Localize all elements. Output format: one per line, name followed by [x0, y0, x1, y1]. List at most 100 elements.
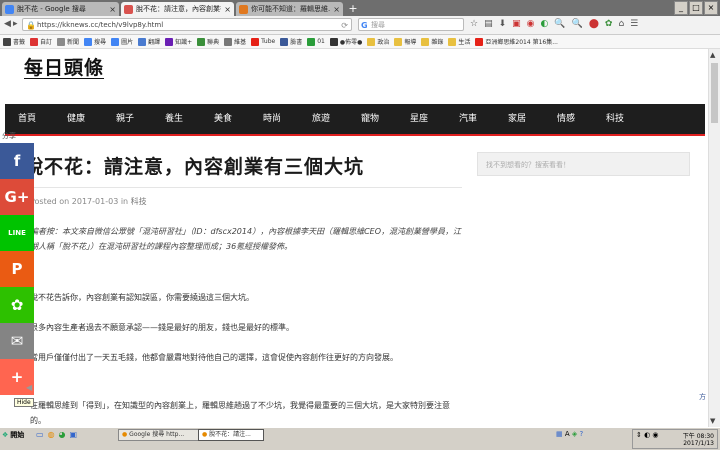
bookmark-item[interactable]: 臉書 [280, 37, 302, 46]
help-icon[interactable]: ? [580, 430, 584, 438]
start-button[interactable]: ❖ 開始 [2, 430, 24, 439]
google-favicon-icon [5, 4, 14, 14]
nav-item[interactable]: 時尚 [263, 104, 281, 134]
close-tab-icon[interactable]: × [224, 5, 231, 14]
scroll-up-icon[interactable]: ▲ [710, 51, 715, 59]
tray-icon[interactable]: ◈ [572, 430, 577, 438]
wechat-share-button[interactable]: ✿ [0, 287, 34, 323]
nav-item[interactable]: 旅遊 [312, 104, 330, 134]
nav-item[interactable]: 科技 [606, 104, 624, 134]
close-tab-icon[interactable]: × [109, 5, 116, 14]
page-scrollbar[interactable]: ▲ ▼ [708, 49, 720, 427]
close-window-button[interactable]: × [704, 1, 718, 15]
bookmark-item[interactable]: 政治 [367, 37, 389, 46]
site-logo[interactable]: 每日頭條 [24, 53, 104, 80]
taskbar-item[interactable]: ● Google 搜尋 http... [118, 429, 204, 441]
addon-icon[interactable]: ✿ [605, 19, 613, 29]
keyboard-icon[interactable]: A [565, 430, 570, 438]
bookmark-item[interactable]: 維基 [224, 37, 246, 46]
bookmark-icon [224, 37, 233, 46]
nav-item[interactable]: 情感 [557, 104, 575, 134]
minimize-button[interactable]: _ [674, 1, 688, 15]
addon-icon[interactable]: ◉ [527, 19, 535, 29]
reload-icon[interactable]: ⟳ [341, 19, 348, 32]
search-placeholder: 搜尋 [371, 21, 385, 29]
web-page: 每日頭條 首頁 健康 親子 養生 美食 時尚 旅遊 寵物 星座 汽車 家居 情感 科技 分享 脫不花：請… [0, 49, 708, 427]
article-title: 脫不花：請注意，內容創業有三個大坑 [24, 156, 365, 178]
side-search-input[interactable]: 找不到想看的？搜索看看！ [477, 152, 690, 176]
nav-item[interactable]: 首頁 [18, 104, 36, 134]
menu-icon[interactable]: ☰ [630, 19, 638, 29]
bookmark-item[interactable]: Tube [251, 37, 275, 46]
zoom-icon[interactable]: 🔍 [554, 19, 565, 29]
bookmark-item[interactable]: 新聞 [57, 37, 79, 46]
os-taskbar: ❖ 開始 ▭ ◍ ◕ ▣ ● Google 搜尋 http... ● 脫不花：請… [0, 427, 720, 450]
google-search-icon: G [361, 21, 368, 30]
desktop-icon[interactable]: ▭ [36, 430, 44, 439]
nav-item[interactable]: 養生 [165, 104, 183, 134]
bookmark-item[interactable]: 亞洲鄉思維2014 第16集... [475, 37, 558, 46]
chrome-icon[interactable]: ◕ [59, 430, 66, 439]
article-paragraph: 在羅輯思維到「得到」，在知識型的內容創業上，羅輯思維趟過了不少坑，我覺得最重要的… [30, 401, 450, 425]
tray-icons[interactable]: ⇕ ◐ ◉ [636, 431, 659, 439]
clock-date: 2017/1/13 [683, 440, 714, 447]
collapse-arrow-icon[interactable]: ◀ [26, 383, 32, 392]
nav-item[interactable]: 健康 [67, 104, 85, 134]
nav-item[interactable]: 汽車 [459, 104, 477, 134]
nav-item[interactable]: 家居 [508, 104, 526, 134]
bookmark-icon [138, 37, 147, 46]
download-icon[interactable]: ⬇ [499, 19, 507, 29]
bookmark-star-icon[interactable]: ☆ [470, 19, 478, 29]
back-icon[interactable]: ◀ [4, 19, 11, 29]
maximize-button[interactable]: □ [689, 1, 703, 15]
bookmark-item[interactable]: 聯典 [197, 37, 219, 46]
scroll-down-icon[interactable]: ▼ [710, 417, 715, 425]
tab-google-search[interactable]: 脫不花 - Google 搜尋 × [2, 2, 119, 16]
addon-icon[interactable]: ▣ [512, 19, 521, 29]
new-tab-button[interactable]: + [345, 3, 361, 15]
bookmark-icon [367, 37, 376, 46]
bookmark-item[interactable]: 生活 [448, 37, 470, 46]
bookmark-item[interactable]: 書籤 [3, 37, 25, 46]
nav-item[interactable]: 星座 [410, 104, 428, 134]
toolbar-icons: ☆ ▤ ⬇ ▣ ◉ ◐ 🔍 🔍 ⬤ ✿ ⌂ ☰ [470, 19, 638, 29]
reading-list-icon[interactable]: ▤ [484, 19, 493, 29]
app-icon[interactable]: ▣ [70, 430, 78, 439]
email-share-button[interactable]: ✉ [0, 323, 34, 359]
nav-item[interactable]: 親子 [116, 104, 134, 134]
tab-article[interactable]: 脫不花：請注意，內容創業有... × [121, 2, 234, 16]
article-meta: Posted on 2017-01-03 in 科技 [30, 196, 147, 207]
zoom-icon[interactable]: 🔍 [572, 19, 583, 29]
browser-icon[interactable]: ◍ [48, 430, 55, 439]
bookmark-item[interactable]: 01 [307, 37, 325, 46]
input-method-icon[interactable]: ▦ [556, 430, 563, 438]
nav-item[interactable]: 寵物 [361, 104, 379, 134]
bookmark-item[interactable]: 報導 [394, 37, 416, 46]
facebook-share-button[interactable]: f [0, 143, 34, 179]
forward-icon[interactable]: ▸ [13, 19, 18, 29]
bookmark-item[interactable]: 圖片 [111, 37, 133, 46]
close-tab-icon[interactable]: × [333, 5, 340, 14]
category-link[interactable]: 科技 [131, 197, 147, 206]
bookmark-item[interactable]: 知識+ [165, 37, 192, 46]
search-input[interactable]: G 搜尋 [358, 18, 464, 31]
url-bar[interactable]: 🔒 https://kknews.cc/tech/v9lvp8y.html ⟳ [22, 18, 352, 31]
bookmark-item[interactable]: 搜尋 [84, 37, 106, 46]
scrollbar-thumb[interactable] [711, 63, 718, 123]
bookmark-item[interactable]: 自訂 [30, 37, 52, 46]
addon-icon[interactable]: ◐ [541, 19, 549, 29]
home-icon[interactable]: ⌂ [618, 19, 624, 29]
nav-divider [5, 134, 705, 136]
bookmark-item[interactable]: 翻譯 [138, 37, 160, 46]
taskbar-item[interactable]: ● 脫不花：請注... [198, 429, 264, 441]
line-share-button[interactable]: LINE [0, 215, 34, 251]
hide-share-button[interactable]: Hide [14, 398, 34, 407]
tab-related-article[interactable]: 你可能不知道：羅輯思維... × [236, 2, 343, 16]
windows-logo-icon: ❖ [2, 430, 9, 439]
pinterest-share-button[interactable]: P [0, 251, 34, 287]
google-plus-share-button[interactable]: G+ [0, 179, 34, 215]
bookmark-item[interactable]: 雜錄 [421, 37, 443, 46]
bookmark-item[interactable]: ●佈零● [329, 37, 362, 46]
nav-item[interactable]: 美食 [214, 104, 232, 134]
addon-icon[interactable]: ⬤ [589, 19, 599, 29]
